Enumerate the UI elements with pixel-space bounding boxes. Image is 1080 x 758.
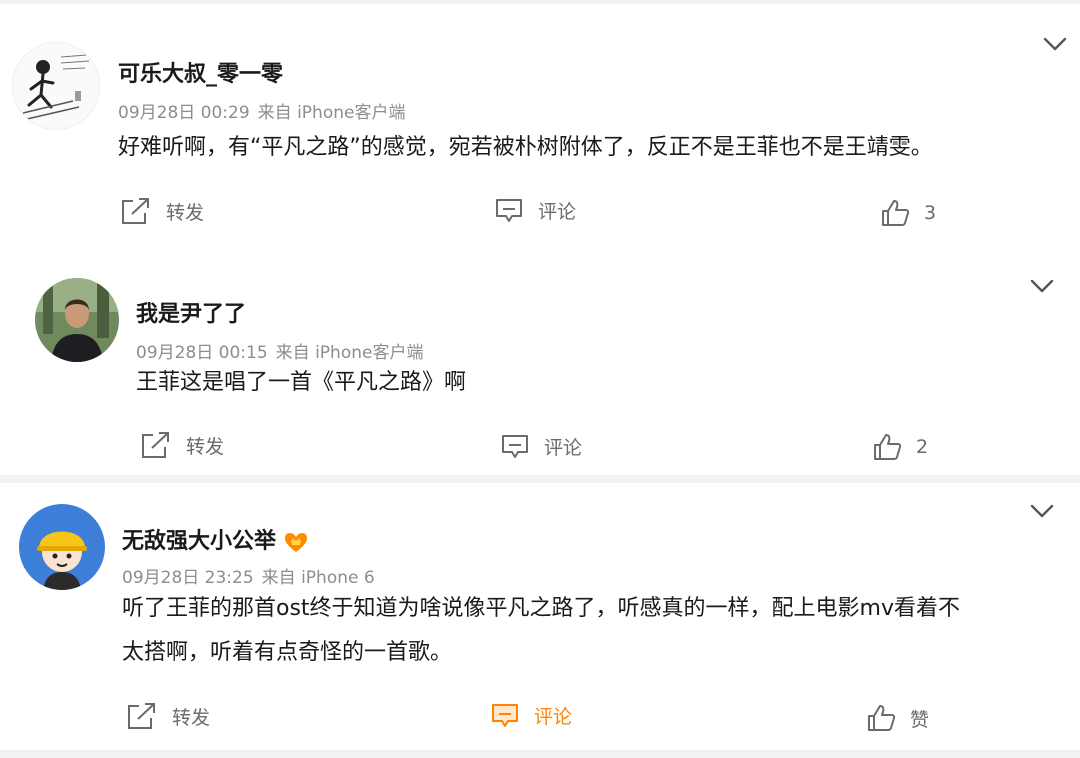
- comment-text-line: 王菲这是唱了一首《平凡之路》啊: [136, 370, 467, 395]
- username[interactable]: 可乐大叔_零一零: [118, 56, 283, 88]
- comment-button[interactable]: 评论: [500, 432, 582, 460]
- repost-button[interactable]: 转发: [126, 701, 210, 731]
- avatar[interactable]: [35, 278, 119, 362]
- comment-button[interactable]: 评论: [490, 701, 572, 729]
- like-count: 3: [924, 202, 937, 224]
- like-count: 2: [916, 436, 929, 458]
- comment-source: 来自 iPhone客户端: [275, 343, 424, 363]
- cartoon-worker-avatar-image: [19, 504, 105, 590]
- comment-text: 听了王菲的那首ost终于知道为啥说像平凡之路了，听感真的一样，配上电影mv看着不…: [122, 587, 960, 675]
- thumbs-up-icon: [874, 434, 902, 460]
- share-icon: [128, 703, 155, 729]
- person-photo-avatar-image: [35, 278, 119, 362]
- share-icon: [142, 432, 169, 458]
- comment-source: 来自 iPhone客户端: [257, 103, 406, 123]
- comment-text: 好难听啊，有“平凡之路”的感觉，宛若被朴树附体了，反正不是王菲也不是王靖雯。: [118, 126, 933, 170]
- comment-icon: [492, 704, 518, 727]
- chevron-down-icon[interactable]: [1042, 36, 1068, 52]
- comment-date: 09月28日 23:25: [122, 568, 254, 588]
- repost-label: 转发: [172, 706, 211, 729]
- username-text: 无敌强大小公举: [122, 529, 277, 554]
- thumbs-up-icon: [868, 705, 896, 731]
- repost-button[interactable]: 转发: [120, 196, 204, 226]
- username[interactable]: 无敌强大小公举: [122, 523, 308, 555]
- stick-figure-avatar-image: [13, 43, 99, 129]
- thumbs-up-icon: [882, 200, 910, 226]
- comment-icon: [502, 435, 528, 458]
- avatar[interactable]: [12, 42, 100, 130]
- comment-meta: 09月28日 23:25 来自 iPhone 6: [122, 563, 383, 588]
- comment-label: 评论: [538, 200, 577, 223]
- chevron-down-icon[interactable]: [1029, 503, 1055, 519]
- comment-item: 无敌强大小公举 09月28日 23:25 来自 iPhone 6 听了王菲的那首o…: [0, 483, 1080, 750]
- comment-text-line: 太搭啊，听着有点奇怪的一首歌。: [122, 640, 453, 665]
- like-button[interactable]: 赞: [866, 703, 929, 733]
- username[interactable]: 我是尹了了: [136, 296, 246, 328]
- comment-item: 可乐大叔_零一零 09月28日 00:29 来自 iPhone客户端 好难听啊，有…: [0, 0, 1080, 260]
- like-button[interactable]: 3: [880, 198, 936, 228]
- like-label: 赞: [910, 708, 930, 731]
- comment-label: 评论: [544, 436, 583, 459]
- share-icon: [122, 198, 149, 224]
- comment-date: 09月28日 00:15: [136, 343, 268, 363]
- comment-date: 09月28日 00:29: [118, 103, 250, 123]
- comment-button[interactable]: 评论: [494, 196, 576, 224]
- comment-icon: [496, 199, 522, 222]
- avatar[interactable]: [19, 504, 105, 590]
- like-button[interactable]: 2: [872, 432, 928, 462]
- crown-heart-badge-icon: [285, 533, 308, 552]
- comment-item: 我是尹了了 09月28日 00:15 来自 iPhone客户端 王菲这是唱了一首《…: [0, 260, 1080, 475]
- comment-text-line: 好难听啊，有“平凡之路”的感觉，宛若被朴树附体了，反正不是王菲也不是王靖雯。: [118, 135, 933, 160]
- repost-button[interactable]: 转发: [140, 430, 224, 460]
- comment-meta: 09月28日 00:29 来自 iPhone客户端: [118, 98, 413, 123]
- repost-label: 转发: [186, 435, 225, 458]
- comment-text-line: 听了王菲的那首ost终于知道为啥说像平凡之路了，听感真的一样，配上电影mv看着不: [122, 596, 961, 621]
- bottom-separator: [0, 750, 1080, 758]
- comment-meta: 09月28日 00:15 来自 iPhone客户端: [136, 338, 431, 363]
- repost-label: 转发: [166, 201, 205, 224]
- comment-source: 来自 iPhone 6: [261, 568, 375, 588]
- comment-label: 评论: [534, 705, 573, 728]
- comment-separator: [0, 475, 1080, 483]
- comment-text: 王菲这是唱了一首《平凡之路》啊: [136, 361, 466, 405]
- chevron-down-icon[interactable]: [1029, 278, 1055, 294]
